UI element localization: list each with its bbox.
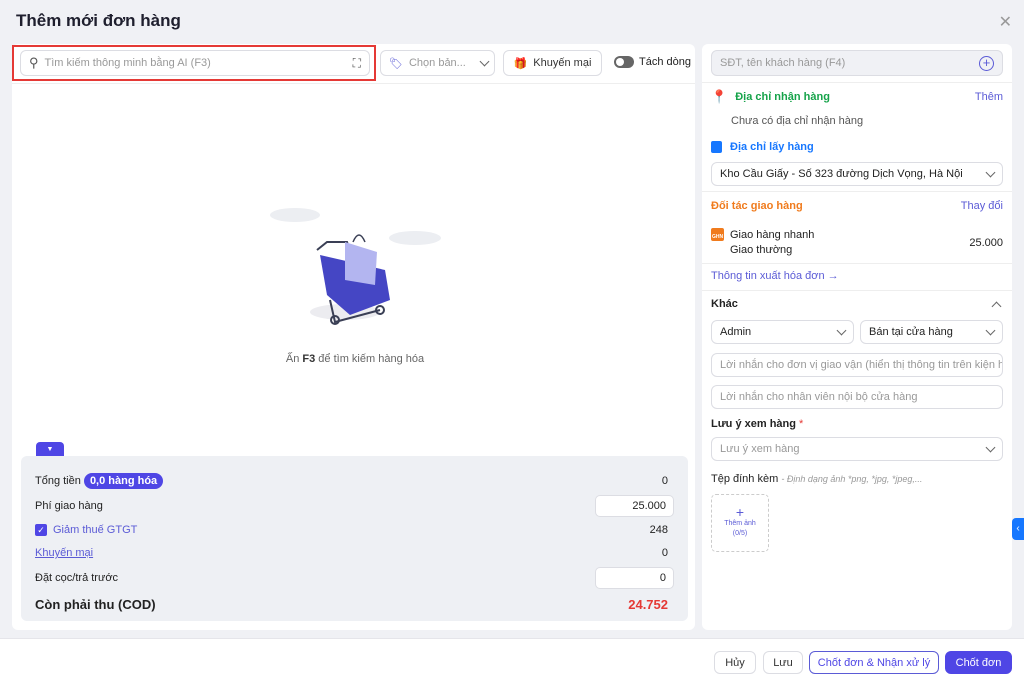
ghn-logo-icon: GHN (711, 228, 724, 241)
smart-search-input[interactable]: ⚲ Tìm kiếm thông minh bằng AI (F3) ⛶ (20, 50, 370, 76)
ai-search-icon: ⚲ (29, 55, 39, 70)
total-row: Tổng tiền 0,0 hàng hóa 0 (35, 473, 668, 489)
channel-select[interactable]: Bán tại cửa hàng (860, 320, 1003, 344)
add-address-link[interactable]: Thêm (975, 91, 1003, 103)
empty-hint: Ấn F3 để tìm kiếm hàng hóa (285, 353, 425, 365)
pickup-header: Địa chỉ lấy hàng (711, 141, 814, 153)
promo-row: Khuyến mại 0 (35, 547, 668, 559)
chevron-down-icon (836, 325, 847, 335)
change-carrier-link[interactable]: Thay đổi (961, 200, 1003, 212)
internal-note-input[interactable]: Lời nhắn cho nhân viên nội bộ cửa hàng (711, 385, 1003, 409)
collapse-summary-button[interactable]: ▼ (36, 442, 64, 457)
shipping-row: Phí giao hàng 25.000 (35, 493, 674, 519)
chevron-down-icon (985, 325, 996, 335)
chevron-up-icon[interactable] (991, 301, 1002, 311)
vat-row: ✓ Giảm thuế GTGT 248 (35, 519, 668, 541)
shipping-fee-input[interactable]: 25.000 (595, 495, 674, 517)
deposit-input[interactable]: 0 (595, 567, 674, 589)
customer-search-input[interactable]: SĐT, tên khách hàng (F4) + (711, 50, 1003, 76)
scan-icon[interactable]: ⛶ (353, 56, 361, 71)
other-header[interactable]: Khác (711, 298, 1003, 311)
attachment-label: Tệp đính kèm - Định dạng ảnh *png, *jpg,… (711, 473, 923, 485)
inspect-select[interactable]: Lưu ý xem hàng (711, 437, 1003, 461)
location-pin-icon: 📍 (711, 89, 728, 104)
save-button[interactable]: Lưu (763, 651, 803, 674)
cod-row: Còn phải thu (COD) 24.752 (35, 596, 668, 612)
toggle-switch[interactable] (614, 56, 634, 68)
carrier-item[interactable]: GHN Giao hàng nhanh Giao thường 25.000 (711, 228, 1003, 258)
items-badge: 0,0 hàng hóa (83, 473, 164, 489)
carrier-header: Đối tác giao hàng Thay đổi (711, 200, 1003, 212)
invoice-info-link[interactable]: Thông tin xuất hóa đơn → (711, 270, 839, 282)
cancel-button[interactable]: Hủy (714, 651, 756, 674)
store-icon (711, 141, 722, 153)
deposit-row: Đặt cọc/trả trước 0 (35, 565, 674, 591)
confirm-order-button[interactable]: Chốt đơn (945, 651, 1012, 674)
divider (12, 83, 695, 84)
divider (702, 191, 1012, 192)
side-collapse-tab[interactable]: ‹ (1012, 518, 1024, 540)
search-placeholder: Tìm kiếm thông minh bằng AI (F3) (44, 57, 211, 69)
add-customer-icon[interactable]: + (979, 55, 994, 71)
chevron-down-icon (985, 442, 996, 452)
staff-select[interactable]: Admin (711, 320, 854, 344)
divider (702, 82, 1012, 83)
chevron-down-icon (985, 167, 996, 177)
empty-cart-illustration (270, 208, 441, 325)
vat-checkbox[interactable]: ✓ (35, 524, 47, 536)
split-line-toggle[interactable]: Tách dòng (614, 56, 691, 68)
chevron-down-icon (479, 56, 490, 66)
close-icon[interactable]: ✕ (999, 12, 1012, 32)
price-list-select[interactable]: 🏷 Chọn bản... (380, 50, 495, 76)
plus-icon: + (735, 504, 745, 520)
page-title: Thêm mới đơn hàng (16, 11, 181, 30)
add-image-button[interactable]: + Thêm ảnh (0/5) (711, 494, 769, 552)
no-address-text: Chưa có địa chỉ nhận hàng (731, 115, 864, 127)
tag-icon: 🏷 (389, 57, 403, 70)
pickup-address-select[interactable]: Kho Cầu Giấy - Số 323 đường Dịch Vọng, H… (711, 162, 1003, 186)
inspect-label: Lưu ý xem hàng * (711, 418, 804, 430)
divider (702, 290, 1012, 291)
gift-icon: 🎁 (513, 57, 528, 70)
divider (702, 263, 1012, 264)
confirm-and-process-button[interactable]: Chốt đơn & Nhận xử lý (809, 651, 939, 674)
delivery-address-header: 📍 Địa chỉ nhận hàng Thêm (711, 89, 1003, 104)
promotion-link[interactable]: Khuyến mại (35, 547, 93, 559)
promotion-button[interactable]: 🎁 Khuyến mại (503, 50, 602, 76)
carrier-note-input[interactable]: Lời nhắn cho đơn vị giao vận (hiển thị t… (711, 353, 1003, 377)
order-summary: Tổng tiền 0,0 hàng hóa 0 Phí giao hàng 2… (21, 456, 688, 621)
